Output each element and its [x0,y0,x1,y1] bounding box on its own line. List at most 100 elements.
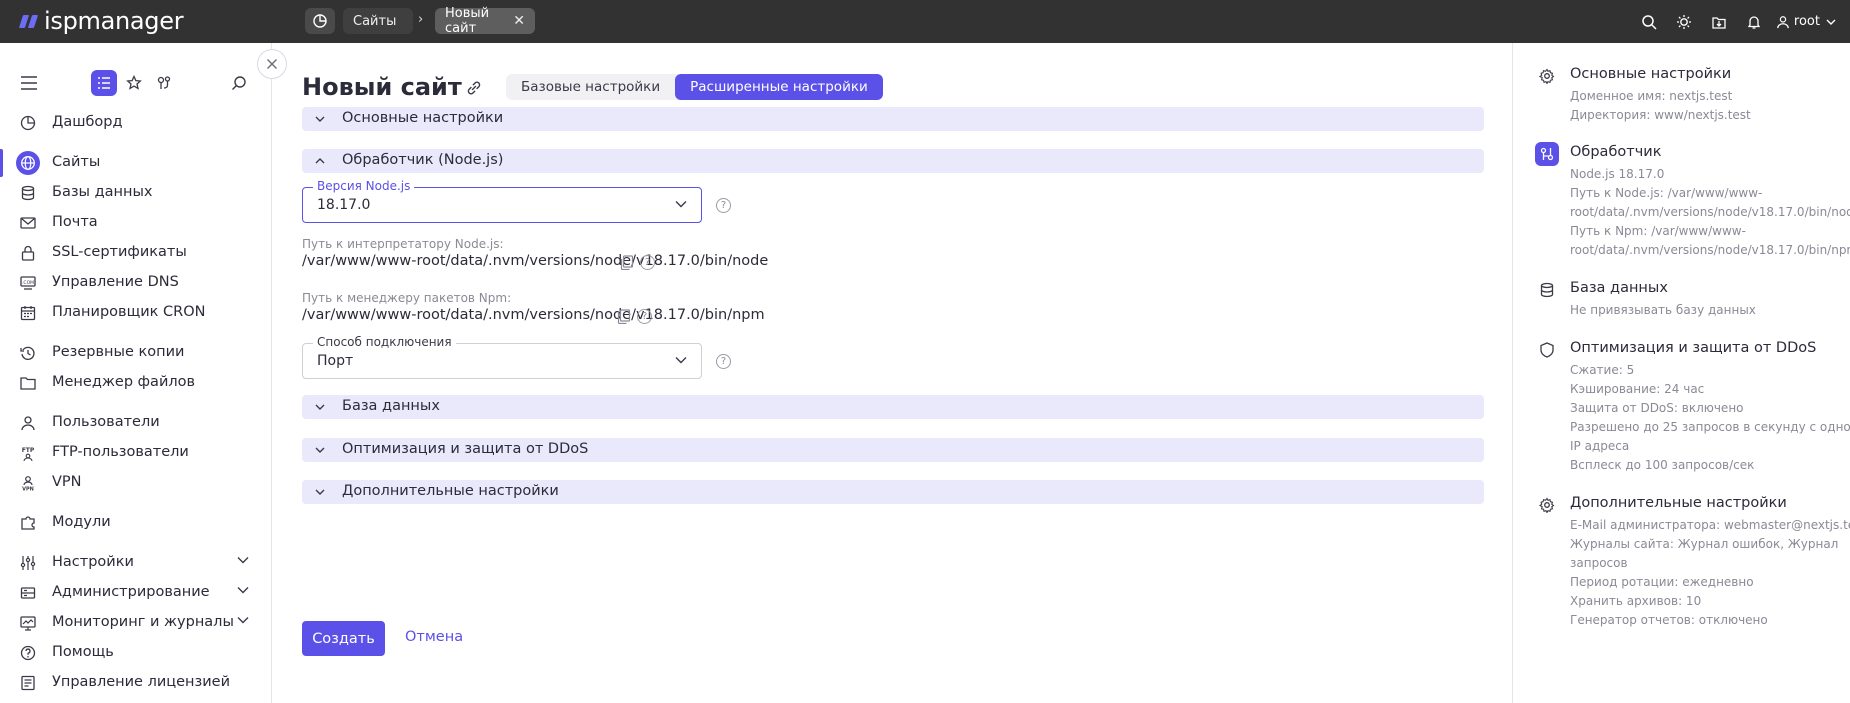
sidebar: Дашборд Сайты Базы данных Почта SSL-серт… [0,43,272,703]
summary-line: Доменное имя: nextjs.test [1570,89,1733,103]
notifications-button[interactable] [1737,0,1772,43]
create-button[interactable]: Создать [302,621,385,656]
breadcrumb-new-site[interactable]: Новый сайт ✕ [435,6,535,36]
help-icon[interactable]: ? [716,198,731,213]
sidebar-item-mail[interactable]: Почта [0,209,272,237]
chevron-down-icon [315,489,325,495]
breadcrumb-sites[interactable]: Сайты [343,8,413,34]
section-title: База данных [342,398,440,414]
connection-method-value: Порт [317,353,354,369]
sidebar-item-databases[interactable]: Базы данных [0,179,272,207]
sidebar-item-label: Модули [52,514,111,530]
sidebar-item-settings[interactable]: Настройки [0,549,272,577]
logo[interactable]: ispmanager [18,7,184,35]
tab-advanced-settings[interactable]: Расширенные настройки [675,74,883,100]
sidebar-toolbar [0,67,272,101]
copy-icon[interactable] [617,309,631,324]
sidebar-item-license[interactable]: Управление лицензией [0,669,272,697]
summary-line: Директория: www/nextjs.test [1570,108,1751,122]
list-view-button[interactable] [91,70,117,96]
sidebar-item-administration[interactable]: Администрирование [0,579,272,607]
sidebar-item-label: SSL-сертификаты [52,244,187,260]
node-version-select[interactable]: Версия Node.js 18.17.0 [302,179,702,223]
dashboard-shortcut-button[interactable] [305,8,335,34]
menu-toggle-button[interactable] [16,70,42,96]
close-tab-icon[interactable]: ✕ [513,13,525,29]
database-icon [1535,278,1559,302]
section-basic-settings[interactable]: Основные настройки [302,107,1484,131]
user-name: root [1793,14,1820,29]
backup-icon [19,344,37,362]
sidebar-item-label: Помощь [52,644,114,660]
sidebar-item-label: Резервные копии [52,344,185,360]
summary-line: Генератор отчетов: отключено [1570,613,1768,627]
server-icon [19,584,37,602]
import-button[interactable] [1702,0,1737,43]
sidebar-item-modules[interactable]: Модули [0,509,272,537]
chevron-down-icon [237,557,249,564]
sidebar-item-ssl[interactable]: SSL-сертификаты [0,239,272,267]
breadcrumb-separator: › [418,12,424,27]
summary-panel: Основные настройки Доменное имя: nextjs.… [1512,43,1850,703]
sidebar-item-file-manager[interactable]: Менеджер файлов [0,369,272,397]
sidebar-item-backups[interactable]: Резервные копии [0,339,272,367]
sidebar-item-label: Сайты [52,154,101,170]
theme-toggle-button[interactable] [1667,0,1702,43]
chevron-down-icon [315,404,325,410]
vpn-icon: VPN [19,474,37,492]
sidebar-item-dashboard[interactable]: Дашборд [0,109,272,137]
search-button[interactable] [1632,0,1667,43]
close-icon [267,59,277,69]
section-extra-settings[interactable]: Дополнительные настройки [302,480,1484,504]
active-indicator [0,149,3,177]
sidebar-item-label: VPN [52,474,82,490]
handler-icon [1535,142,1559,166]
tab-basic-settings[interactable]: Базовые настройки [506,74,675,100]
breadcrumb-sites-label: Сайты [353,13,397,29]
sidebar-item-cron[interactable]: Планировщик CRON [0,299,272,327]
summary-line: E-Mail администратора: webmaster@nextjs.… [1570,518,1850,532]
sidebar-item-monitoring[interactable]: Мониторинг и журналы [0,609,272,637]
section-database[interactable]: База данных [302,395,1484,419]
star-icon [126,75,142,90]
connection-method-label: Способ подключения [313,335,456,349]
bell-icon [1748,15,1761,29]
summary-line: Период ротации: ежедневно [1570,575,1754,589]
sidebar-item-sites[interactable]: Сайты [0,149,272,177]
summary-line: Не привязывать базу данных [1570,303,1756,317]
connection-method-select[interactable]: Способ подключения Порт [302,335,702,379]
summary-line: Журналы сайта: Журнал ошибок, Журнал [1570,537,1839,551]
help-icon[interactable]: ? [640,255,655,270]
copy-link-icon[interactable] [465,79,483,101]
sidebar-item-dns[interactable]: .COM Управление DNS [0,269,272,297]
chevron-down-icon [237,587,249,594]
database-icon [19,184,37,202]
favorites-button[interactable] [121,70,147,96]
sidebar-item-help[interactable]: Помощь [0,639,272,667]
sidebar-item-ftp-users[interactable]: FTP FTP-пользователи [0,439,272,467]
svg-text:VPN: VPN [22,487,34,492]
help-icon[interactable]: ? [716,354,731,369]
license-icon [19,674,37,692]
cancel-button[interactable]: Отмена [405,629,463,645]
summary-line: Сжатие: 5 [1570,363,1635,377]
plugins-button[interactable] [151,70,177,96]
chevron-down-icon [315,447,325,453]
section-handler[interactable]: Обработчик (Node.js) [302,149,1484,173]
chevron-down-icon [1826,19,1836,25]
user-menu[interactable]: root [1776,14,1836,29]
copy-icon[interactable] [620,255,634,270]
sidebar-search-button[interactable] [226,70,252,96]
chevron-down-icon [237,617,249,624]
close-sidebar-button[interactable] [257,49,287,79]
sidebar-item-vpn[interactable]: VPN VPN [0,469,272,497]
top-bar: ispmanager Сайты › Новый сайт ✕ root [0,0,1850,43]
summary-line: Защита от DDoS: включено [1570,401,1744,415]
dashboard-icon [19,114,37,132]
section-ddos[interactable]: Оптимизация и защита от DDoS [302,438,1484,462]
dns-icon: .COM [19,274,37,292]
sidebar-item-users[interactable]: Пользователи [0,409,272,437]
summary-line: root/data/.nvm/versions/node/v18.17.0/bi… [1570,243,1850,257]
summary-title: Основные настройки [1570,66,1732,82]
help-icon[interactable]: ? [637,309,652,324]
